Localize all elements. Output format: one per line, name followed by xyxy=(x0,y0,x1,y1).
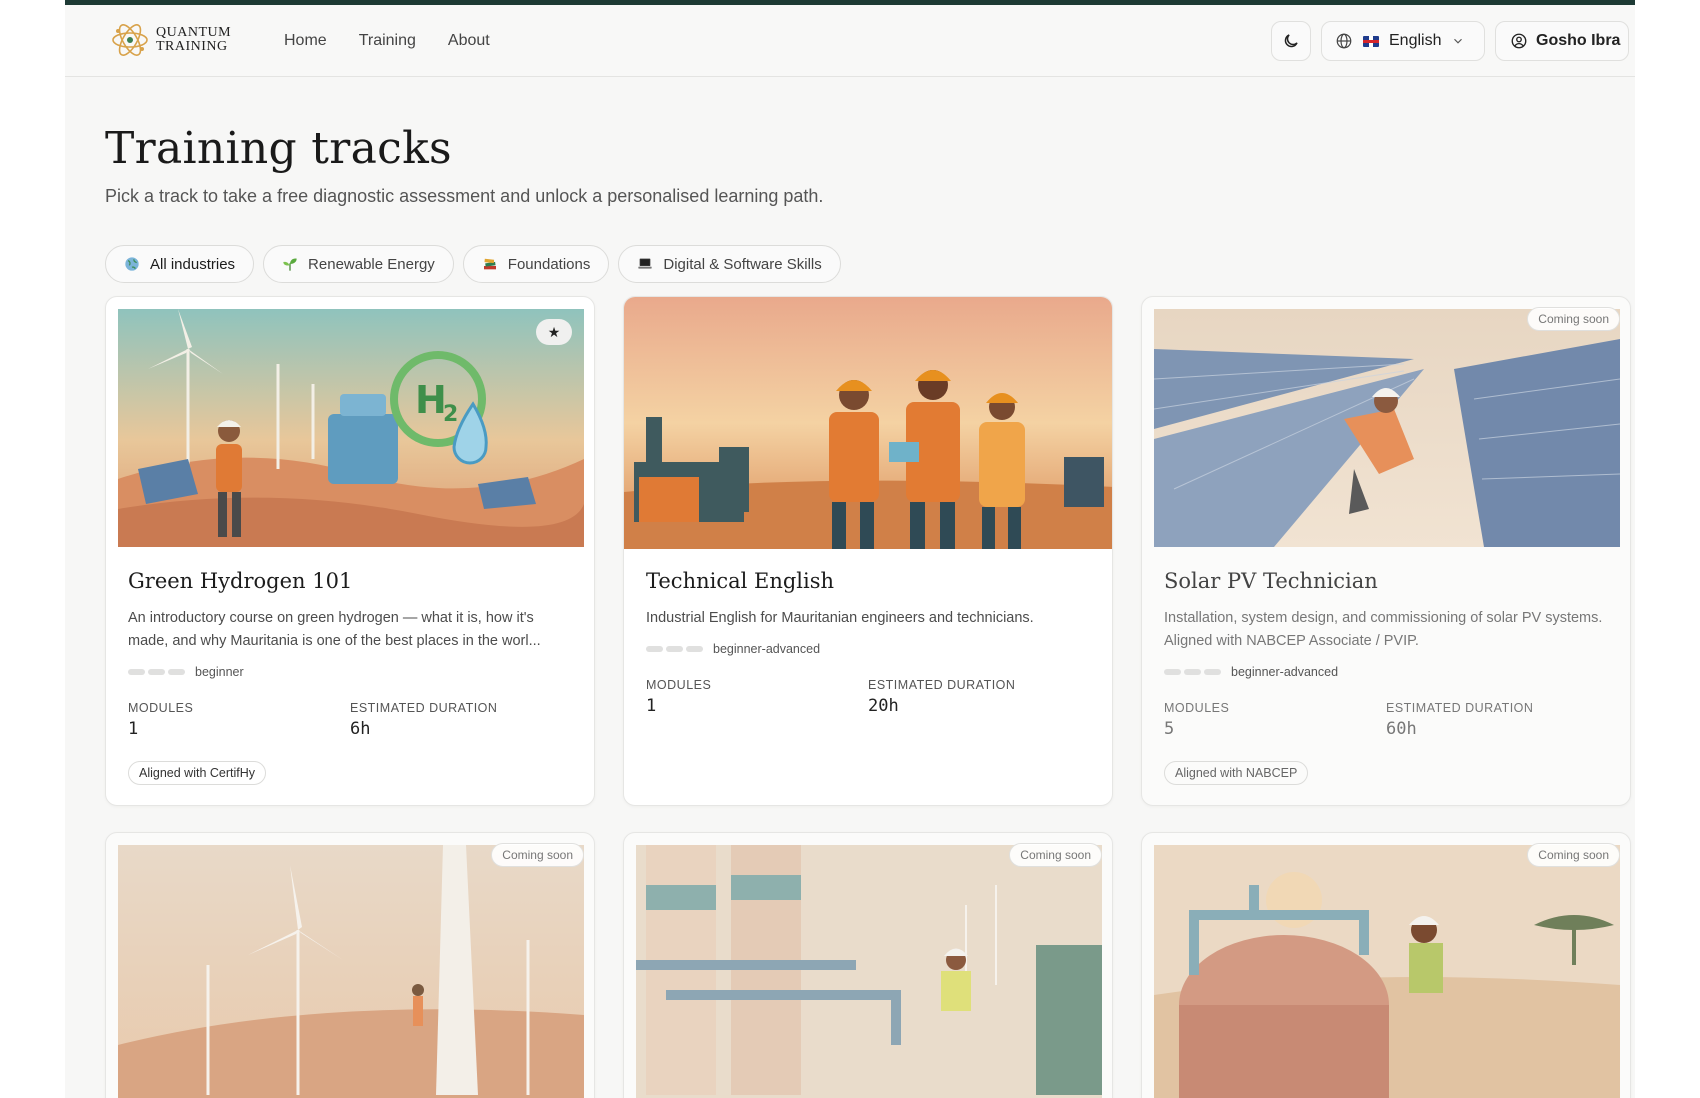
card-title: Green Hydrogen 101 xyxy=(128,569,353,593)
modules-label: MODULES xyxy=(1164,701,1230,715)
card-image xyxy=(1154,309,1620,547)
track-card-wind[interactable]: Coming soon xyxy=(105,832,595,1098)
solar-pv-illustration xyxy=(1154,309,1620,547)
card-description: Industrial English for Mauritanian engin… xyxy=(646,610,1034,626)
card-stats: MODULES 1 ESTIMATED DURATION 20h xyxy=(646,678,1090,716)
certification-tag: Aligned with NABCEP xyxy=(1164,761,1309,785)
green-hydrogen-illustration: H 2 xyxy=(118,309,584,547)
nav-training[interactable]: Training xyxy=(359,32,416,50)
globe-icon xyxy=(125,257,139,271)
user-circle-icon xyxy=(1511,33,1527,49)
modules-value: 1 xyxy=(128,719,139,739)
language-label: English xyxy=(1389,32,1442,49)
level-dots xyxy=(1164,669,1221,675)
svg-text:2: 2 xyxy=(443,402,458,427)
duration-value: 6h xyxy=(350,719,371,739)
level-indicator: beginner xyxy=(128,665,572,679)
laptop-icon xyxy=(638,258,653,269)
modules-value: 5 xyxy=(1164,719,1175,739)
wind-turbine-illustration xyxy=(118,845,584,1098)
certification-tag: Aligned with CertifHy xyxy=(128,761,267,785)
filter-renewable-energy[interactable]: Renewable Energy xyxy=(263,245,454,283)
books-icon xyxy=(483,258,496,270)
level-label: beginner xyxy=(195,665,244,679)
user-name: Gosho Ibra xyxy=(1536,32,1621,49)
filter-foundations[interactable]: Foundations xyxy=(462,245,610,283)
nav-about[interactable]: About xyxy=(448,32,490,50)
atom-logo-icon xyxy=(112,24,148,56)
coming-soon-badge: Coming soon xyxy=(1009,843,1102,867)
duration-label: ESTIMATED DURATION xyxy=(1386,701,1534,715)
chevron-down-icon xyxy=(1454,38,1463,44)
track-card-solar-pv[interactable]: Coming soon Solar PV Technician Installa… xyxy=(1141,296,1631,806)
modules-label: MODULES xyxy=(128,701,194,715)
card-description: Installation, system design, and commiss… xyxy=(1164,610,1603,649)
brand-line-2: TRAINING xyxy=(156,39,228,54)
modules-value: 1 xyxy=(646,696,657,716)
duration-label: ESTIMATED DURATION xyxy=(868,678,1016,692)
track-card-green-hydrogen[interactable]: H 2 ★ Green Hydrogen 101 An introductory… xyxy=(105,296,595,806)
track-card-industrial-plant[interactable]: Coming soon xyxy=(623,832,1113,1098)
coming-soon-badge: Coming soon xyxy=(491,843,584,867)
card-image xyxy=(118,845,584,1098)
duration-label: ESTIMATED DURATION xyxy=(350,701,498,715)
app-window: QUANTUM TRAINING Home Training About Eng… xyxy=(65,0,1635,1098)
level-dots xyxy=(128,669,185,675)
brand-line-1: QUANTUM xyxy=(156,25,232,40)
level-dots xyxy=(646,646,703,652)
track-card-biogas[interactable]: Coming soon xyxy=(1141,832,1631,1098)
level-indicator: beginner-advanced xyxy=(1164,665,1608,679)
filter-digital-software-skills[interactable]: Digital & Software Skills xyxy=(618,245,841,283)
card-stats: MODULES 1 ESTIMATED DURATION 6h xyxy=(128,701,572,739)
card-image: H 2 xyxy=(118,309,584,547)
nav-home[interactable]: Home xyxy=(284,32,327,50)
biogas-illustration xyxy=(1154,845,1620,1098)
theme-toggle-button[interactable] xyxy=(1271,21,1311,61)
filter-all-industries[interactable]: All industries xyxy=(105,245,255,283)
user-menu-button[interactable]: Gosho Ibra xyxy=(1495,21,1629,61)
uk-flag-icon xyxy=(1363,35,1379,47)
card-image xyxy=(1154,845,1620,1098)
track-card-technical-english[interactable]: Technical English Industrial English for… xyxy=(623,296,1113,806)
main-nav: Home Training About xyxy=(284,32,490,50)
duration-value: 20h xyxy=(868,696,899,716)
card-image xyxy=(636,845,1102,1098)
technical-english-illustration xyxy=(624,297,1112,549)
card-title: Technical English xyxy=(646,569,835,593)
card-title: Solar PV Technician xyxy=(1164,569,1378,593)
page-subtitle: Pick a track to take a free diagnostic a… xyxy=(105,186,824,206)
featured-star-icon[interactable]: ★ xyxy=(536,319,572,345)
page-title: Training tracks xyxy=(105,123,452,174)
duration-value: 60h xyxy=(1386,719,1417,739)
language-select[interactable]: English xyxy=(1321,21,1485,61)
seedling-icon xyxy=(283,258,297,271)
moon-icon xyxy=(1284,34,1298,48)
industry-filters: All industries Renewable Energy Foundati… xyxy=(105,245,841,283)
top-header: QUANTUM TRAINING Home Training About Eng… xyxy=(65,5,1635,77)
coming-soon-badge: Coming soon xyxy=(1527,843,1620,867)
brand-logo[interactable]: QUANTUM TRAINING xyxy=(110,19,231,61)
industrial-plant-illustration xyxy=(636,845,1102,1098)
coming-soon-badge: Coming soon xyxy=(1527,307,1620,331)
level-label: beginner-advanced xyxy=(1231,665,1339,679)
card-image xyxy=(624,297,1112,549)
card-description: An introductory course on green hydrogen… xyxy=(128,610,541,649)
level-indicator: beginner-advanced xyxy=(646,642,1090,656)
globe-icon xyxy=(1336,33,1352,49)
modules-label: MODULES xyxy=(646,678,712,692)
level-label: beginner-advanced xyxy=(713,642,821,656)
card-stats: MODULES 5 ESTIMATED DURATION 60h xyxy=(1164,701,1608,739)
